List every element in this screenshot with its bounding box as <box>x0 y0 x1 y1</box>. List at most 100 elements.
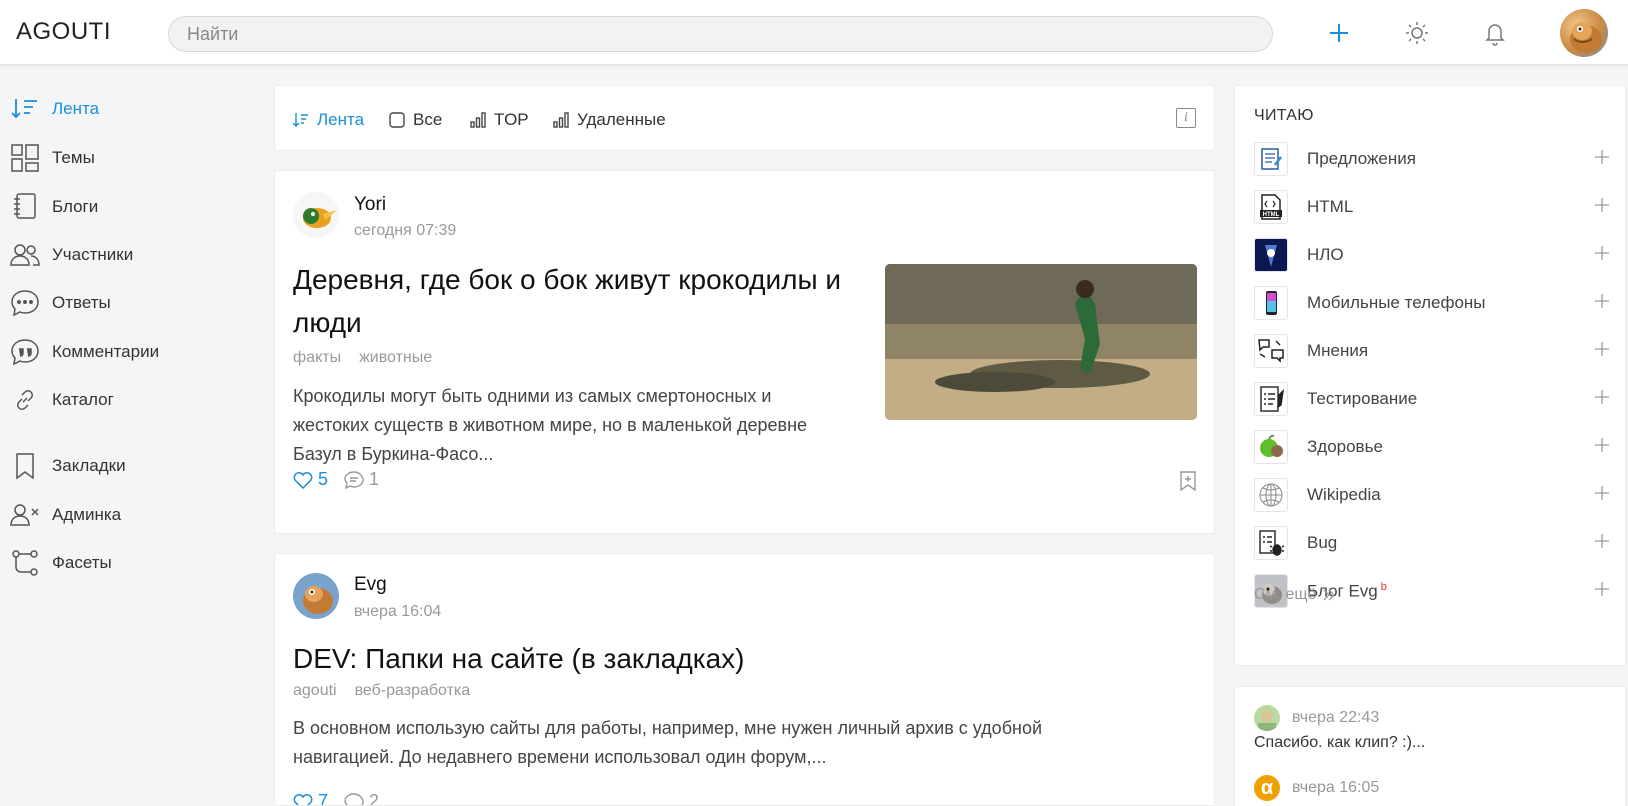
see-more-link[interactable]: См. ещё <box>1254 586 1336 604</box>
chat-dots-icon <box>10 288 40 318</box>
topic-item[interactable]: Wikipedia <box>1254 477 1610 513</box>
crocodile-photo <box>885 264 1197 420</box>
wikipedia-globe-icon <box>1254 478 1288 512</box>
post-title[interactable]: Деревня, где бок о бок живут крокодилы и… <box>293 258 841 344</box>
topic-item[interactable]: HTML HTML <box>1254 189 1610 225</box>
topic-item[interactable]: Здоровье <box>1254 429 1610 465</box>
bird-avatar-image <box>293 192 339 238</box>
plus-icon[interactable] <box>1594 197 1610 213</box>
sidebar-item-feed[interactable]: Лента <box>10 91 99 127</box>
plus-icon[interactable] <box>1594 293 1610 309</box>
plus-icon[interactable] <box>1594 485 1610 501</box>
sidebar-item-label: Закладки <box>52 456 126 475</box>
tab-feed[interactable]: Лента <box>293 108 364 132</box>
sidebar-item-topics[interactable]: Темы <box>10 140 95 176</box>
sidebar-item-answers[interactable]: Ответы <box>10 285 111 321</box>
commenter-avatar: α <box>1254 775 1280 801</box>
tab-deleted[interactable]: Удаленные <box>553 108 666 132</box>
post-date: вчера 16:04 <box>354 603 442 620</box>
post-tags: agouti веб-разработка <box>293 682 488 700</box>
site-logo[interactable]: AGOUTI <box>16 18 111 46</box>
comments-button[interactable]: 2 <box>344 791 379 805</box>
comments-button[interactable]: 1 <box>344 469 379 490</box>
plus-icon[interactable] <box>1594 149 1610 165</box>
tag[interactable]: факты <box>293 349 341 366</box>
topic-item[interactable]: НЛО <box>1254 237 1610 273</box>
link-icon <box>10 385 40 415</box>
plus-icon[interactable] <box>1594 341 1610 357</box>
sidebar-item-comments[interactable]: Комментарии <box>10 334 159 370</box>
topic-name: Мобильные телефоны <box>1307 293 1486 312</box>
tab-all[interactable]: Все <box>389 108 442 132</box>
topic-item[interactable]: Bug <box>1254 525 1610 561</box>
tab-label: Все <box>413 110 443 129</box>
apple-icon <box>1254 430 1288 464</box>
post-author[interactable]: Evg <box>354 574 387 596</box>
sun-icon <box>1406 22 1428 44</box>
topic-item[interactable]: Тестирование <box>1254 381 1610 417</box>
bookmark-plus-icon <box>1180 471 1196 492</box>
bell-icon <box>1485 24 1505 46</box>
bars-icon <box>553 112 569 128</box>
author-avatar[interactable] <box>293 573 339 619</box>
sidebar-item-catalog[interactable]: Каталог <box>10 382 114 418</box>
comment-meta[interactable]: вчера 22:43 <box>1254 705 1379 731</box>
post-excerpt-line: Базул в Буркина-Фасо... <box>293 444 494 464</box>
heart-icon <box>293 793 313 805</box>
post-image[interactable] <box>885 264 1197 420</box>
plus-icon[interactable] <box>1594 533 1610 549</box>
theme-toggle-button[interactable] <box>1400 16 1434 50</box>
tag[interactable]: agouti <box>293 682 337 699</box>
sidebar-item-blogs[interactable]: Блоги <box>10 189 98 225</box>
sidebar-item-users[interactable]: Участники <box>10 237 133 273</box>
plus-icon[interactable] <box>1594 389 1610 405</box>
user-avatar[interactable] <box>1560 9 1608 57</box>
comment-icon <box>344 470 364 489</box>
facets-icon <box>10 548 40 578</box>
sidebar-item-admin[interactable]: Админка <box>10 497 121 533</box>
comment-meta[interactable]: α вчера 16:05 <box>1254 775 1379 801</box>
post-title[interactable]: DEV: Папки на сайте (в закладках) <box>293 637 744 680</box>
comment-icon <box>344 792 364 805</box>
comment-text[interactable]: Спасибо. как клип? :)... <box>1254 734 1425 752</box>
topic-name: Предложения <box>1307 149 1416 168</box>
like-button[interactable]: 7 <box>293 791 328 805</box>
bars-icon <box>470 112 486 128</box>
squirrel-avatar-image <box>293 573 339 619</box>
plus-icon[interactable] <box>1594 245 1610 261</box>
post-excerpt-line: навигацией. До недавнего времени использ… <box>293 747 827 767</box>
add-button[interactable] <box>1322 16 1356 50</box>
topic-item[interactable]: Мнения <box>1254 333 1610 369</box>
notifications-button[interactable] <box>1478 16 1512 50</box>
post-actions: 5 1 <box>293 469 395 490</box>
topic-item[interactable]: Мобильные телефоны <box>1254 285 1610 321</box>
topic-name: Мнения <box>1307 341 1369 360</box>
double-chevron-right-icon <box>1323 589 1336 601</box>
post-excerpt: В основном использую сайты для работы, н… <box>293 714 1042 772</box>
plus-icon[interactable] <box>1594 581 1610 597</box>
like-button[interactable]: 5 <box>293 469 328 490</box>
info-icon[interactable]: i <box>1176 108 1196 128</box>
topic-item[interactable]: Предложения <box>1254 141 1610 177</box>
tab-label: Удаленные <box>577 110 666 129</box>
post-author[interactable]: Yori <box>354 194 386 216</box>
post-excerpt-line: Крокодилы могут быть одними из самых сме… <box>293 386 772 406</box>
post-excerpt-line: В основном использую сайты для работы, н… <box>293 718 1043 738</box>
post-title-line: люди <box>293 307 362 338</box>
recent-comments-card: вчера 22:43 Спасибо. как клип? :)... α в… <box>1234 686 1626 806</box>
bookmark-button[interactable] <box>1180 471 1196 496</box>
sidebar-item-bookmarks[interactable]: Закладки <box>10 448 126 484</box>
sort-icon <box>293 112 309 128</box>
author-avatar[interactable] <box>293 192 339 238</box>
plus-icon[interactable] <box>1594 437 1610 453</box>
tag[interactable]: веб-разработка <box>355 682 471 699</box>
ufo-icon <box>1254 238 1288 272</box>
search-input[interactable] <box>168 16 1273 52</box>
topic-badge: b <box>1380 580 1387 593</box>
post-card: Yori сегодня 07:39 Деревня, где бок о бо… <box>274 170 1215 534</box>
checkbox-icon <box>389 112 405 128</box>
tab-top[interactable]: TOP <box>470 108 529 132</box>
sidebar-item-label: Участники <box>52 245 134 264</box>
tag[interactable]: животные <box>359 349 432 366</box>
sidebar-item-facets[interactable]: Фасеты <box>10 545 112 581</box>
